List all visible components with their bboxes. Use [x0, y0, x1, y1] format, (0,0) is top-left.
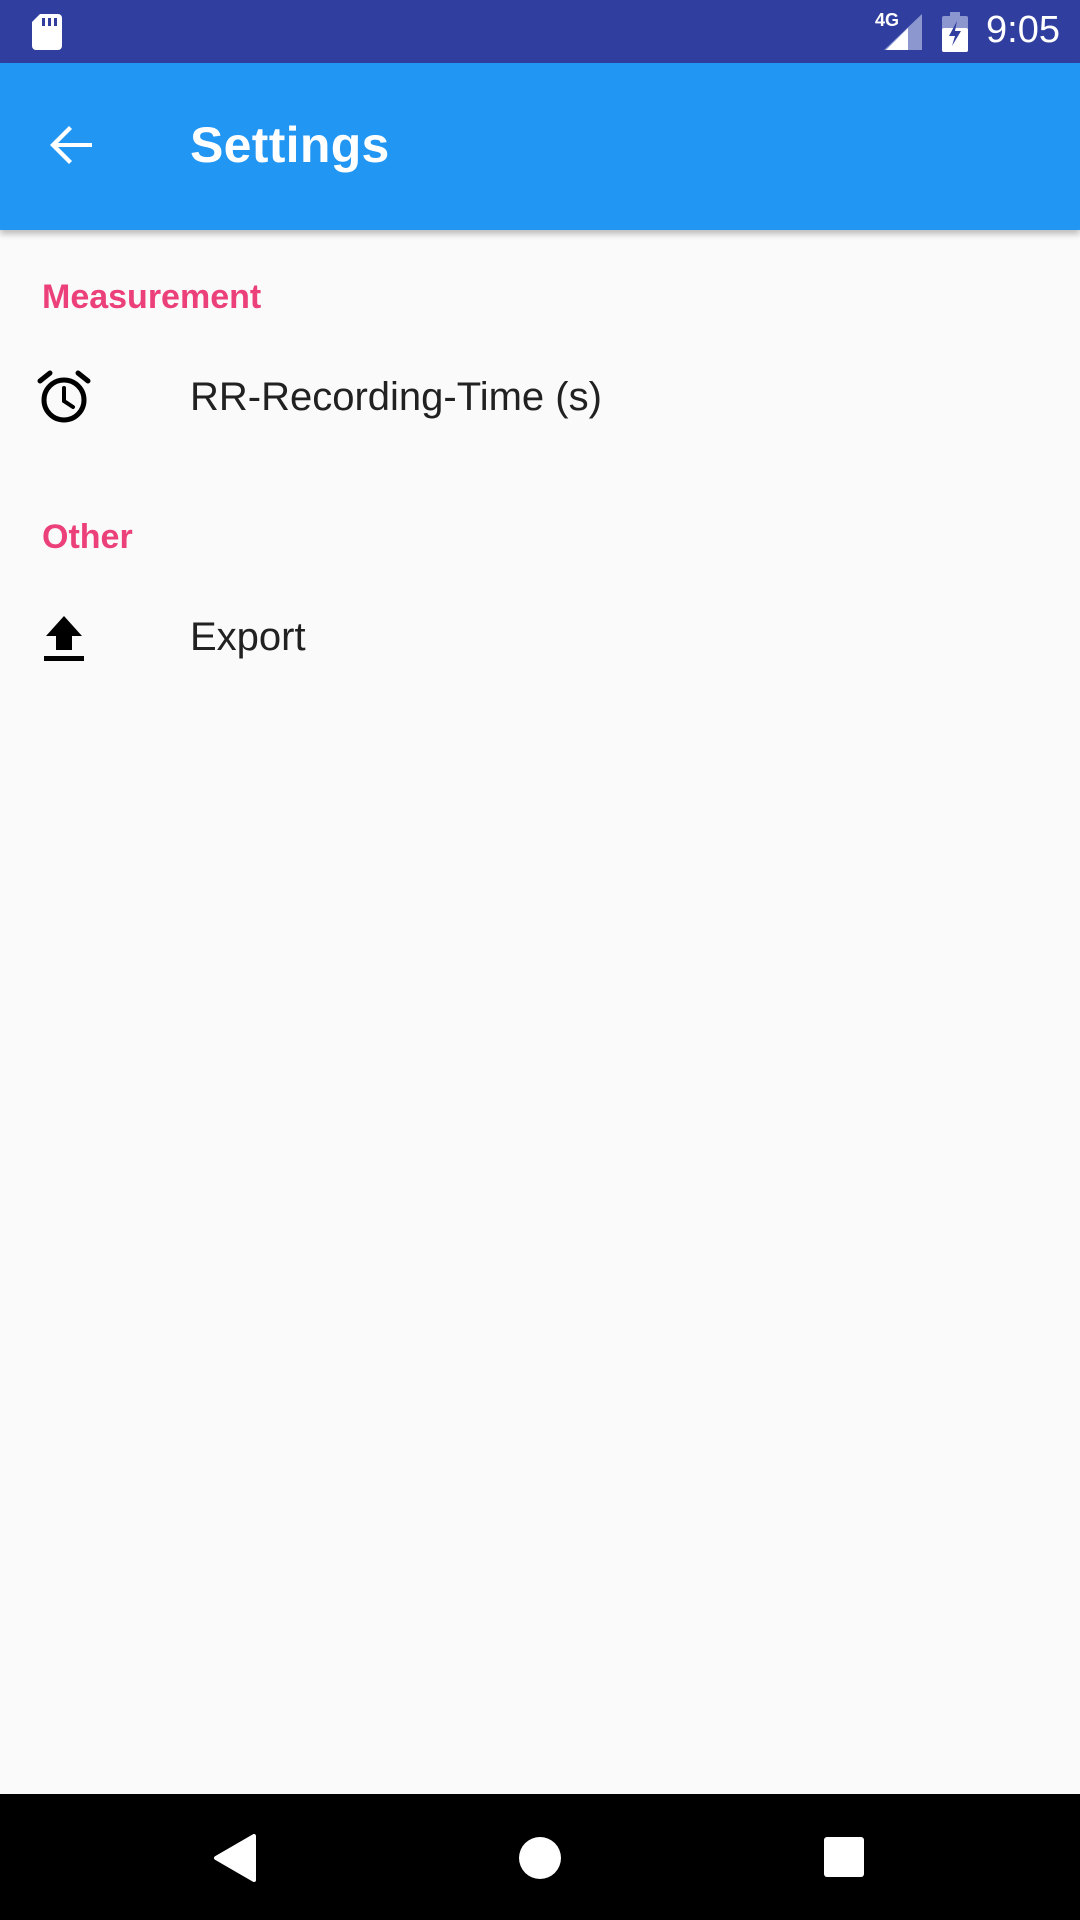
- navigation-bar: [0, 1794, 1080, 1920]
- alarm-icon: [37, 370, 91, 423]
- clock: 9:05: [986, 9, 1060, 51]
- category-other: Other: [42, 518, 133, 556]
- pref-rr-recording-time[interactable]: RR-Recording-Time (s): [0, 324, 1080, 474]
- pref-label: Export: [190, 615, 306, 659]
- pref-label: RR-Recording-Time (s): [190, 375, 602, 419]
- page-title: Settings: [190, 117, 390, 173]
- sd-card-icon: [32, 14, 62, 50]
- signal-icon: [884, 14, 922, 50]
- app-bar: Settings: [0, 63, 1080, 230]
- upload-icon: [44, 616, 84, 661]
- back-button[interactable]: [40, 113, 104, 177]
- home-circle-icon[interactable]: [518, 1836, 562, 1880]
- recents-square-icon[interactable]: [824, 1837, 864, 1877]
- pref-export[interactable]: Export: [0, 564, 1080, 714]
- category-measurement: Measurement: [42, 278, 262, 316]
- back-triangle-icon[interactable]: [212, 1834, 258, 1882]
- arrow-back-icon: [50, 126, 92, 164]
- settings-screen: 4G 9:05 Settings Measurement RR-Recordin…: [0, 0, 1080, 1920]
- status-bar: 4G 9:05: [0, 0, 1080, 63]
- battery-charging-icon: [942, 12, 968, 52]
